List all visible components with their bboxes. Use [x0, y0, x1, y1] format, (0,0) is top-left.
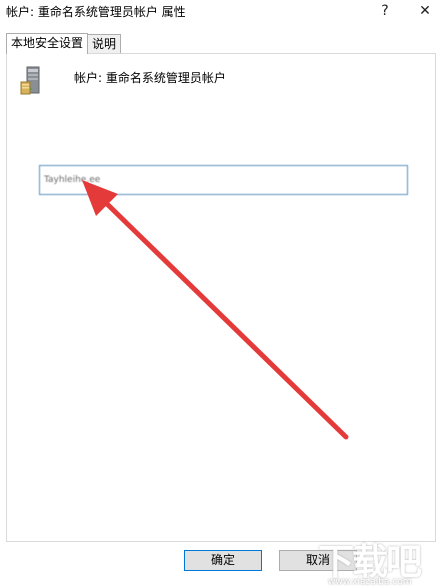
watermark-url: www.xiazaiba.com [328, 577, 412, 587]
title-bar: 帐户: 重命名系统管理员帐户 属性 ? ✕ [0, 0, 445, 22]
policy-label: 帐户: 重命名系统管理员帐户 [74, 71, 226, 85]
server-icon [20, 66, 40, 95]
tab-local-security-setting[interactable]: 本地安全设置 [6, 33, 89, 54]
tab-panel [6, 53, 436, 542]
window-title: 帐户: 重命名系统管理员帐户 属性 [6, 5, 186, 19]
watermark-logo: 下载吧 www.xiazaiba.com [318, 533, 442, 587]
tab-explain[interactable]: 说明 [87, 34, 122, 54]
ok-button[interactable]: 确定 [184, 550, 262, 571]
close-button[interactable]: ✕ [410, 0, 440, 22]
account-name-input[interactable] [39, 165, 408, 195]
help-button[interactable]: ? [370, 0, 400, 22]
